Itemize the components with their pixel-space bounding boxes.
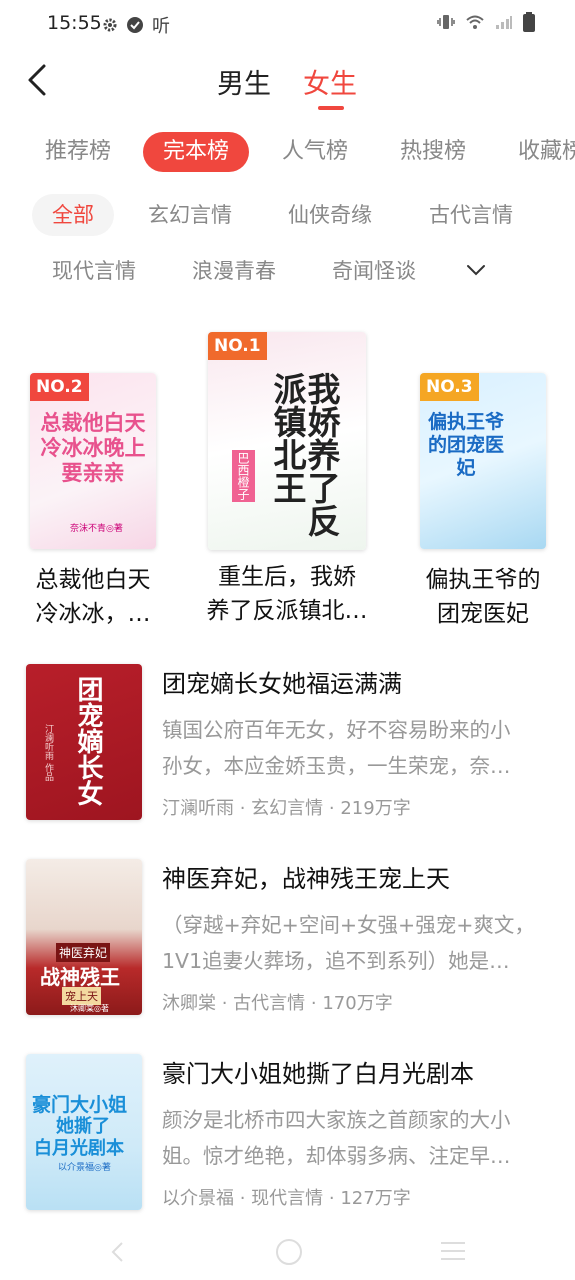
book-cover[interactable]: 神医弃妃 战神残王 宠上天 沐卿棠◎著: [26, 859, 142, 1015]
rank-tabs: 推荐榜 完本榜 人气榜 热搜榜 收藏榜: [0, 128, 575, 178]
top-book-title: 偏执王爷的 团宠医妃: [410, 563, 556, 631]
desc-line-2: 孙女，本应金娇玉贵，一生荣宠，奈…: [162, 754, 511, 778]
check-circle-icon: [127, 17, 143, 33]
status-time: 15:55: [47, 12, 102, 34]
tab-popular[interactable]: 人气榜: [282, 132, 348, 172]
rank-badge: NO.2: [30, 373, 89, 401]
category-ancient-romance[interactable]: 古代言情: [429, 194, 513, 236]
desc-line-1: 镇国公府百年无女，好不容易盼来的小: [162, 718, 511, 742]
tab-female[interactable]: 女生: [303, 62, 357, 101]
tab-hot-search[interactable]: 热搜榜: [400, 132, 466, 172]
title-line-2: 冷冰冰，…: [35, 601, 151, 627]
book-author: 以介景福: [162, 1188, 234, 1209]
signal-icon: [496, 16, 512, 29]
book-desc: （穿越+弃妃+空间+女强+强宠+爽文， 1V1追妻火葬场，追不到系列）她是…: [162, 907, 547, 979]
book-desc: 颜汐是北桥市四大家族之首颜家的大小 姐。惊才绝艳，却体弱多病、注定早…: [162, 1102, 547, 1174]
status-bar: 15:55 听: [0, 0, 575, 48]
back-icon[interactable]: [22, 60, 58, 100]
book-word-count: 170万字: [322, 993, 393, 1014]
cover-title: 团宠嫡长女: [73, 676, 103, 806]
active-tab-indicator: [318, 106, 344, 110]
book-title: 神医弃妃，战神残王宠上天: [162, 865, 450, 893]
meta-separator: ·: [305, 993, 323, 1014]
nav-home-icon[interactable]: [276, 1239, 302, 1265]
wifi-icon: [466, 15, 484, 29]
book-author: 汀澜听雨: [162, 798, 234, 819]
cover-title-3: 白月光剧本: [34, 1138, 124, 1159]
title-line-2: 团宠医妃: [437, 601, 529, 627]
category-youth[interactable]: 浪漫青春: [192, 250, 276, 292]
book-word-count: 127万字: [340, 1188, 411, 1209]
header: 男生 女生: [0, 48, 575, 116]
meta-separator: ·: [323, 1188, 341, 1209]
desc-line-2: 姐。惊才绝艳，却体弱多病、注定早…: [162, 1144, 511, 1168]
nav-back-icon[interactable]: [110, 1241, 126, 1263]
book-meta: 汀澜听雨 · 玄幻言情 · 219万字: [162, 794, 411, 820]
battery-icon: [523, 12, 535, 32]
book-cover[interactable]: 豪门大小姐 她撕了 白月光剧本 以介景福◎著: [26, 1054, 142, 1210]
top-book-title: 总裁他白天 冷冰冰，…: [16, 563, 170, 631]
title-line-1: 偏执王爷的: [425, 567, 541, 593]
book-meta: 以介景福 · 现代言情 · 127万字: [162, 1184, 411, 1210]
title-line-1: 总裁他白天: [35, 567, 151, 593]
meta-separator: ·: [216, 993, 234, 1014]
category-mystery[interactable]: 奇闻怪谈: [332, 250, 416, 292]
vibrate-icon: [437, 15, 455, 29]
cover-author: 以介景福◎著: [58, 1163, 111, 1173]
category-all[interactable]: 全部: [32, 194, 114, 236]
category-row-1: 全部 玄幻言情 仙侠奇缘 古代言情: [0, 194, 575, 240]
cover-title: 我娇养了反派镇北王: [268, 372, 341, 537]
list-item[interactable]: 团宠嫡长女 汀澜听雨 作品 团宠嫡长女她福运满满 镇国公府百年无女，好不容易盼来…: [0, 652, 575, 832]
book-cover[interactable]: NO.1 我娇养了反派镇北王 巴西橙子: [208, 332, 366, 550]
book-cover[interactable]: 团宠嫡长女 汀澜听雨 作品: [26, 664, 142, 820]
book-author: 沐卿棠: [162, 993, 216, 1014]
category-fantasy-romance[interactable]: 玄幻言情: [148, 194, 232, 236]
desc-line-2: 1V1追妻火葬场，追不到系列）她是…: [162, 949, 510, 973]
meta-separator: ·: [234, 798, 252, 819]
list-item[interactable]: 神医弃妃 战神残王 宠上天 沐卿棠◎著 神医弃妃，战神残王宠上天 （穿越+弃妃+…: [0, 847, 575, 1027]
cover-title-2: 战神残王: [40, 965, 120, 989]
book-title: 豪门大小姐她撕了白月光剧本: [162, 1060, 474, 1088]
book-cover[interactable]: NO.3 偏执王爷的团宠医妃: [420, 373, 546, 549]
book-word-count: 219万字: [340, 798, 411, 819]
book-desc: 镇国公府百年无女，好不容易盼来的小 孙女，本应金娇玉贵，一生荣宠，奈…: [162, 712, 547, 784]
book-meta: 沐卿棠 · 古代言情 · 170万字: [162, 989, 393, 1015]
top-book-title: 重生后，我娇 养了反派镇北…: [194, 560, 380, 628]
desc-line-1: 颜汐是北桥市四大家族之首颜家的大小: [162, 1108, 511, 1132]
book-category: 玄幻言情: [251, 798, 324, 819]
cover-author: 奈沫不青◎著: [70, 524, 123, 534]
cover-title: 偏执王爷的团宠医妃: [428, 411, 505, 479]
cover-title: 总裁他白天冷冰冰晚上要亲亲: [40, 411, 146, 485]
category-modern-romance[interactable]: 现代言情: [52, 250, 136, 292]
nav-menu-icon[interactable]: [441, 1242, 465, 1266]
title-line-1: 重生后，我娇: [218, 564, 356, 590]
meta-separator: ·: [323, 798, 341, 819]
book-category: 古代言情: [233, 993, 306, 1014]
gear-icon: [103, 18, 117, 32]
tab-recommend[interactable]: 推荐榜: [45, 132, 111, 172]
meta-separator: ·: [234, 1188, 252, 1209]
rank-badge: NO.3: [420, 373, 479, 401]
title-line-2: 养了反派镇北…: [206, 598, 368, 624]
book-cover[interactable]: NO.2 总裁他白天冷冰冰晚上要亲亲 奈沫不青◎著: [30, 373, 156, 549]
cover-author: 沐卿棠◎著: [70, 1004, 109, 1013]
tab-completed[interactable]: 完本榜: [143, 132, 250, 172]
book-category: 现代言情: [251, 1188, 324, 1209]
rank-badge: NO.1: [208, 332, 267, 360]
category-xianxia[interactable]: 仙侠奇缘: [288, 194, 372, 236]
tab-favorites[interactable]: 收藏榜: [518, 132, 575, 172]
cover-title: 神医弃妃: [56, 943, 111, 962]
chevron-down-icon[interactable]: [462, 258, 490, 282]
desc-line-1: （穿越+弃妃+空间+女强+强宠+爽文，: [162, 913, 535, 937]
category-row-2: 现代言情 浪漫青春 奇闻怪谈: [0, 250, 575, 296]
system-nav-bar: [0, 1225, 575, 1280]
tab-male[interactable]: 男生: [217, 62, 271, 101]
book-title: 团宠嫡长女她福运满满: [162, 670, 402, 698]
cover-author: 巴西橙子: [232, 450, 255, 502]
list-item[interactable]: 豪门大小姐 她撕了 白月光剧本 以介景福◎著 豪门大小姐她撕了白月光剧本 颜汐是…: [0, 1042, 575, 1222]
listen-icon: 听: [152, 16, 170, 37]
top3-podium: NO.2 总裁他白天冷冰冰晚上要亲亲 奈沫不青◎著 总裁他白天 冷冰冰，… NO…: [0, 330, 575, 630]
cover-author: 汀澜听雨 作品: [43, 724, 53, 781]
